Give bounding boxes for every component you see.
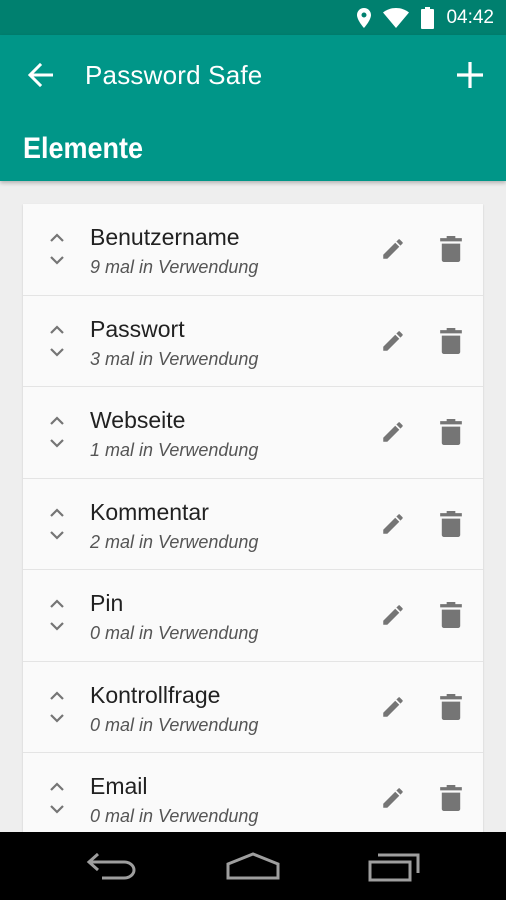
reorder-icon[interactable] bbox=[47, 598, 67, 632]
element-list: Benutzername 9 mal in Verwendung Passwor… bbox=[23, 204, 483, 844]
status-icons: 04:42 bbox=[357, 0, 494, 35]
pencil-icon bbox=[383, 788, 403, 808]
list-item[interactable]: Pin 0 mal in Verwendung bbox=[23, 570, 483, 662]
edit-button[interactable] bbox=[378, 692, 408, 722]
list-item[interactable]: Email 0 mal in Verwendung bbox=[23, 753, 483, 844]
nav-back-icon[interactable] bbox=[86, 852, 138, 880]
pencil-icon bbox=[383, 696, 403, 717]
item-title: Passwort bbox=[90, 315, 185, 342]
pencil-icon bbox=[383, 239, 403, 259]
section-title: Elemente bbox=[23, 132, 144, 165]
list-item[interactable]: Benutzername 9 mal in Verwendung bbox=[23, 204, 483, 296]
list-item[interactable]: Passwort 3 mal in Verwendung bbox=[23, 296, 483, 387]
edit-button[interactable] bbox=[378, 509, 408, 539]
reorder-icon[interactable] bbox=[47, 415, 67, 449]
delete-button[interactable] bbox=[436, 692, 466, 722]
item-title: Email bbox=[90, 773, 148, 799]
delete-button[interactable] bbox=[436, 509, 466, 539]
edit-button[interactable] bbox=[378, 417, 408, 447]
item-usage: 3 mal in Verwendung bbox=[90, 348, 259, 369]
battery-icon bbox=[421, 6, 435, 29]
pencil-icon bbox=[383, 330, 403, 351]
item-title: Benutzername bbox=[90, 224, 240, 250]
reorder-icon[interactable] bbox=[47, 690, 67, 724]
item-title: Kontrollfrage bbox=[90, 681, 221, 708]
status-bar: 04:42 bbox=[0, 0, 506, 35]
item-title: Webseite bbox=[90, 407, 186, 433]
location-icon bbox=[357, 7, 372, 28]
trash-icon bbox=[440, 693, 462, 720]
item-usage: 9 mal in Verwendung bbox=[90, 257, 259, 277]
list-item[interactable]: Webseite 1 mal in Verwendung bbox=[23, 387, 483, 479]
trash-icon bbox=[440, 419, 462, 445]
reorder-icon[interactable] bbox=[47, 324, 67, 358]
delete-button[interactable] bbox=[436, 600, 466, 630]
delete-button[interactable] bbox=[436, 234, 466, 264]
item-usage: 1 mal in Verwendung bbox=[90, 440, 259, 460]
edit-button[interactable] bbox=[378, 326, 408, 356]
app-bar: Password Safe Elemente bbox=[0, 35, 506, 181]
item-title: Pin bbox=[90, 590, 124, 616]
pencil-icon bbox=[383, 605, 403, 625]
edit-button[interactable] bbox=[378, 600, 408, 630]
list-item[interactable]: Kommentar 2 mal in Verwendung bbox=[23, 479, 483, 570]
nav-home-icon[interactable] bbox=[226, 852, 280, 880]
status-time: 04:42 bbox=[446, 6, 494, 28]
delete-button[interactable] bbox=[436, 326, 466, 356]
plus-icon bbox=[457, 62, 483, 88]
item-title: Kommentar bbox=[90, 498, 209, 525]
nav-recents-icon[interactable] bbox=[368, 852, 422, 882]
add-button[interactable] bbox=[448, 55, 492, 95]
delete-button[interactable] bbox=[436, 783, 466, 813]
pencil-icon bbox=[383, 422, 403, 442]
reorder-icon[interactable] bbox=[47, 232, 67, 266]
reorder-icon[interactable] bbox=[47, 507, 67, 541]
trash-icon bbox=[440, 236, 462, 262]
edit-button[interactable] bbox=[378, 234, 408, 264]
reorder-icon[interactable] bbox=[47, 781, 67, 815]
trash-icon bbox=[440, 327, 462, 354]
trash-icon bbox=[440, 602, 462, 628]
item-usage: 0 mal in Verwendung bbox=[90, 623, 259, 643]
trash-icon bbox=[440, 510, 462, 537]
arrow-back-icon bbox=[27, 63, 53, 87]
trash-icon bbox=[440, 785, 462, 811]
item-usage: 0 mal in Verwendung bbox=[90, 806, 259, 826]
item-usage: 0 mal in Verwendung bbox=[90, 714, 259, 735]
item-usage: 2 mal in Verwendung bbox=[90, 531, 259, 552]
pencil-icon bbox=[383, 513, 403, 534]
wifi-icon bbox=[383, 7, 410, 28]
back-button[interactable] bbox=[20, 57, 60, 93]
edit-button[interactable] bbox=[378, 783, 408, 813]
delete-button[interactable] bbox=[436, 417, 466, 447]
navigation-bar bbox=[0, 832, 506, 900]
list-item[interactable]: Kontrollfrage 0 mal in Verwendung bbox=[23, 662, 483, 753]
app-title: Password Safe bbox=[85, 60, 263, 90]
